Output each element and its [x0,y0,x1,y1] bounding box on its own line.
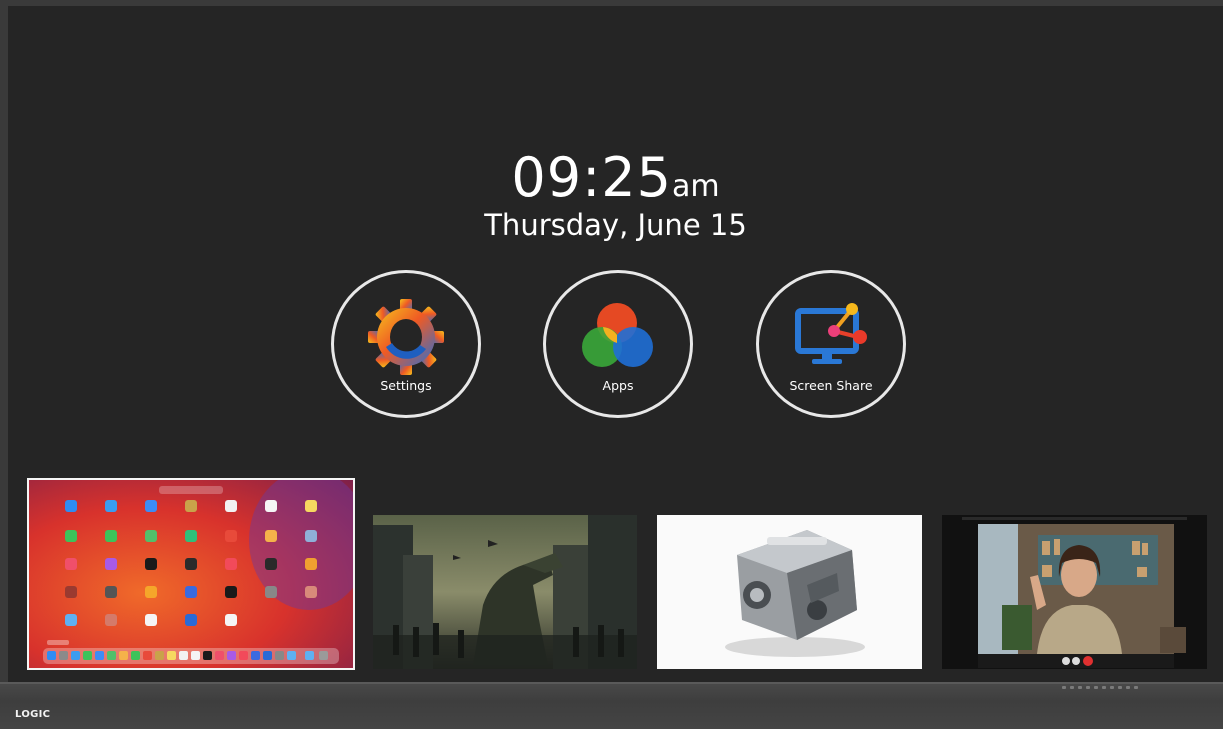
engine-image [657,515,922,669]
indicator-light [1110,686,1114,689]
indicator-light [1118,686,1122,689]
indicator-light [1086,686,1090,689]
apps-label: Apps [602,378,634,393]
apps-button[interactable]: Apps [543,270,693,418]
source-thumbnail-desktop[interactable] [27,478,355,670]
indicator-light [1094,686,1098,689]
clock-date: Thursday, June 15 [484,208,747,242]
settings-button[interactable]: Settings [331,270,481,418]
source-thumbnail-engine[interactable] [657,515,922,669]
chin-divider [0,682,1223,684]
front-indicator-lights [1062,686,1138,689]
screen-share-button[interactable]: Screen Share [756,270,906,418]
screen-share-label: Screen Share [789,378,873,393]
indicator-light [1102,686,1106,689]
screen-share-icon [795,303,867,364]
clock-ampm: am [672,169,720,204]
brand-logo: LOGIC [15,709,51,720]
launchpad-screenshot [29,480,353,668]
apps-icon [582,303,653,367]
gear-icon [368,299,444,375]
clock-time: 09:25 [511,146,672,209]
settings-label: Settings [380,378,432,393]
indicator-light [1134,686,1138,689]
dinosaur-city-image [373,515,637,669]
indicator-light [1070,686,1074,689]
indicator-light [1062,686,1066,689]
video-call-image [942,515,1207,669]
source-thumbnail-dinosaur[interactable] [373,515,637,669]
indicator-light [1126,686,1130,689]
display-chin [0,682,1223,729]
source-thumbnail-video-call[interactable] [942,515,1207,669]
home-screen: 09:25am Thursday, June 15 Settings Apps … [8,6,1223,682]
indicator-light [1078,686,1082,689]
clock: 09:25am [8,146,1223,209]
